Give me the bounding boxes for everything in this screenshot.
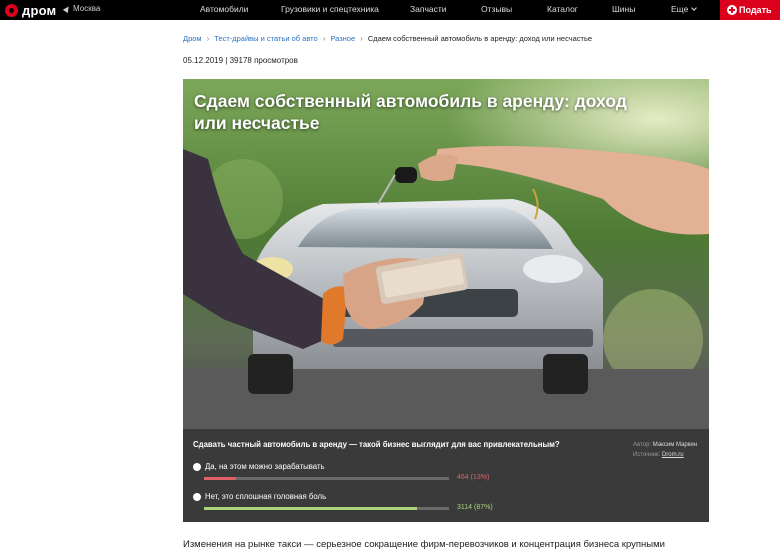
nav-tires[interactable]: Шины (612, 4, 635, 14)
drom-logo-icon (5, 3, 18, 17)
logo-text: дром (22, 2, 57, 18)
top-navbar: дром Москва Автомобили Грузовики и спецт… (0, 0, 780, 20)
article-body-text: Изменения на рынке такси — серьезное сок… (183, 539, 665, 550)
nav-parts[interactable]: Запчасти (410, 4, 447, 14)
nav-cars[interactable]: Автомобили (200, 4, 248, 14)
breadcrumb-separator-icon: › (360, 34, 363, 43)
breadcrumb-link-testdrives[interactable]: Тест-драйвы и статьи об авто (214, 34, 317, 43)
nav-catalog[interactable]: Каталог (547, 4, 578, 14)
breadcrumb-link-misc[interactable]: Разное (330, 34, 355, 43)
nav-reviews[interactable]: Отзывы (481, 4, 512, 14)
poll-bar-track (204, 477, 449, 480)
poll-option-label: Нет, это сплошная головная боль (205, 492, 327, 501)
post-ad-button[interactable]: Подать (720, 0, 780, 20)
publish-date: 05.12.2019 (183, 56, 224, 65)
author-name: Максим Маркин (652, 442, 698, 448)
article-title: Сдаем собственный автомобиль в аренду: д… (194, 91, 627, 133)
breadcrumb-separator-icon: › (322, 34, 326, 43)
poll-attribution: Автор: Максим Маркин Источник: Drom.ru (633, 440, 697, 460)
breadcrumb: Дром › Тест-драйвы и статьи об авто › Ра… (183, 34, 592, 43)
view-count: 39178 просмотров (229, 56, 298, 65)
poll-option-no[interactable]: Нет, это сплошная головная боль (193, 492, 326, 501)
hero-image: Сдаем собственный автомобиль в аренду: д… (183, 79, 709, 429)
nav-trucks[interactable]: Грузовики и спецтехника (281, 4, 379, 14)
breadcrumb-link-drom[interactable]: Дром (183, 34, 202, 43)
drom-logo[interactable]: дром (5, 1, 56, 19)
meta-separator: | (225, 56, 228, 65)
breadcrumb-current: Сдаем собственный автомобиль в аренду: д… (367, 34, 593, 43)
poll-bar-fill (204, 507, 418, 510)
radio-button[interactable] (193, 462, 201, 471)
poll-widget: Сдавать частный автомобиль в аренду — та… (183, 429, 709, 522)
breadcrumb-separator-icon: › (206, 34, 210, 43)
author-label: Автор: (633, 442, 652, 448)
nav-more[interactable]: Еще (671, 4, 698, 14)
chevron-down-icon (691, 5, 698, 11)
source-link[interactable]: Drom.ru (662, 452, 684, 458)
poll-option-yes[interactable]: Да, на этом можно зарабатывать (193, 462, 325, 471)
poll-result: 464 (13%) (457, 474, 490, 481)
poll-option-label: Да, на этом можно зарабатывать (205, 462, 325, 471)
city-label: Москва (73, 4, 101, 13)
poll-question: Сдавать частный автомобиль в аренду — та… (193, 440, 560, 449)
nav-more-label: Еще (671, 4, 689, 14)
poll-result: 3114 (87%) (457, 504, 493, 511)
location-arrow-icon (62, 4, 72, 13)
source-label: Источник: (633, 452, 661, 458)
poll-bar-fill (204, 477, 236, 480)
post-ad-label: Подать (739, 5, 772, 15)
article-meta: 05.12.2019 | 39178 просмотров (183, 56, 298, 65)
city-selector[interactable]: Москва (62, 4, 101, 13)
plus-icon (727, 5, 737, 15)
radio-button[interactable] (193, 492, 201, 501)
poll-bar-track (204, 507, 449, 510)
